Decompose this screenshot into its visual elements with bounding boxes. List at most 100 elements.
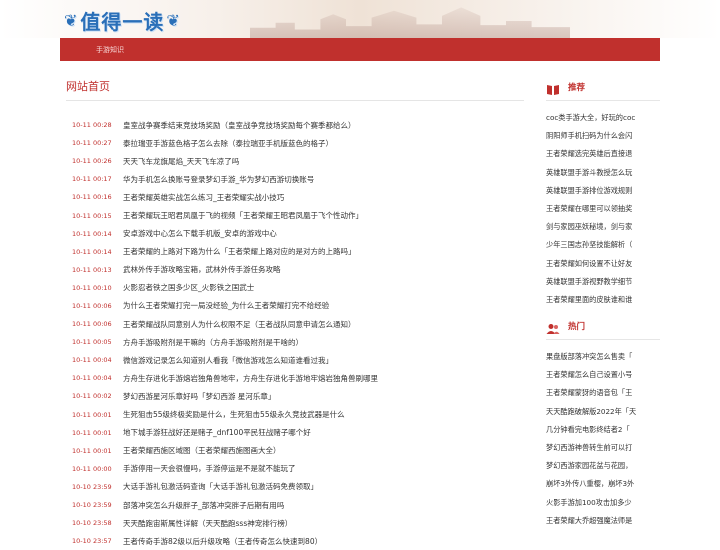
recommend-item-link[interactable]: coc类手游大全，好玩的coc [546,109,660,127]
article-date: 10-10 23:59 [72,482,112,491]
article-row[interactable]: 10-11 00:15 王者荣耀玩王昭君凤凰于飞的视频「王者荣耀王昭君凤凰于飞个性… [72,206,524,224]
article-date: 10-11 00:01 [72,446,112,455]
article-row[interactable]: 10-11 00:04 方舟生存进化手游熔岩独角兽地牢，方舟生存进化手游地牢熔岩独… [72,369,524,387]
article-title-link[interactable]: 手游停用一天会很慢吗，手游停运是不是就不能玩了 [123,463,296,474]
article-date: 10-11 00:16 [72,193,112,202]
article-date: 10-11 00:17 [72,175,112,184]
article-title-link[interactable]: 地下城手游狂战好还是赌子_dnf100平民狂战赌子哪个好 [123,427,311,438]
article-title-link[interactable]: 天天酷跑宙斯属性详解（天天酷跑sss神宠排行榜） [123,518,292,529]
sidebar-recommend-title: 推荐 [568,83,586,93]
article-row[interactable]: 10-11 00:16 王者荣耀英雄实战怎么练习_王者荣耀实战小技巧 [72,188,524,206]
book-icon [546,81,560,95]
article-date: 10-10 23:58 [72,519,112,528]
article-date: 10-11 00:05 [72,338,112,347]
article-title-link[interactable]: 方舟生存进化手游熔岩独角兽地牢，方舟生存进化手游地牢熔岩独角兽刷哪里 [123,373,378,384]
article-row[interactable]: 10-11 00:05 方舟手游吸附剂是干嘛的（方舟手游吸附剂是干啥的） [72,333,524,351]
article-row[interactable]: 10-11 00:10 火影忍者铁之国多少区_火影铁之国武士 [72,279,524,297]
hot-item-link[interactable]: 梦幻西游神兽转生前可以打 [546,439,660,457]
hot-item-link[interactable]: 王者荣耀大乔超强魔法师是 [546,512,660,530]
article-row[interactable]: 10-10 23:59 大话手游礼包激活码查询「大话手游礼包激活码免费领取」 [72,478,524,496]
recommend-item-link[interactable]: 英雄联盟手游斗教授怎么玩 [546,164,660,182]
recommend-item-link[interactable]: 王者荣耀选完英雄后直接退 [546,145,660,163]
article-row[interactable]: 10-11 00:00 手游停用一天会很慢吗，手游停运是不是就不能玩了 [72,460,524,478]
article-title-link[interactable]: 为什么王者荣耀打完一局没经验_为什么王者荣耀打完不给经验 [123,300,329,311]
article-date: 10-11 00:00 [72,464,112,473]
hot-item-link[interactable]: 几分钟看完电影终结者2「 [546,421,660,439]
article-row[interactable]: 10-10 23:58 天天酷跑宙斯属性详解（天天酷跑sss神宠排行榜） [72,514,524,532]
article-date: 10-11 00:01 [72,410,112,419]
article-title-link[interactable]: 王者传奇手游82级以后升级攻略（王者传奇怎么快速到80） [123,536,322,547]
article-row[interactable]: 10-11 00:13 武林外传手游攻略宝箱，武林外传手游任务攻略 [72,261,524,279]
article-title-link[interactable]: 武林外传手游攻略宝箱，武林外传手游任务攻略 [123,264,281,275]
hot-item-link[interactable]: 果盘版部落冲突怎么售卖「 [546,348,660,366]
article-title-link[interactable]: 王者荣耀战队同意别人为什么权限不足（王者战队同意申请怎么通知） [123,319,356,330]
article-title-link[interactable]: 火影忍者铁之国多少区_火影铁之国武士 [123,282,254,293]
article-date: 10-11 00:14 [72,229,112,238]
article-date: 10-10 23:59 [72,501,112,510]
article-row[interactable]: 10-11 00:06 王者荣耀战队同意别人为什么权限不足（王者战队同意申请怎么通… [72,315,524,333]
article-row[interactable]: 10-11 00:27 泰拉瑞亚手游蓝色格子怎么去除（泰拉瑞亚手机版蓝色的格子） [72,134,524,152]
header-skyline-banner [250,7,570,38]
article-row[interactable]: 10-11 00:06 为什么王者荣耀打完一局没经验_为什么王者荣耀打完不给经验 [72,297,524,315]
article-date: 10-11 00:02 [72,392,112,401]
logo-text: 值得一读 [80,9,165,34]
article-date: 10-11 00:27 [72,139,112,148]
sidebar-recommend: 推荐 coc类手游大全，好玩的coc 阴阳师手机扫码为什么会闪 王者荣耀选完英雄后直… [546,74,660,309]
recommend-item-link[interactable]: 王者荣耀里面的皮肤谁和谁 [546,291,660,309]
article-date: 10-11 00:14 [72,247,112,256]
article-row[interactable]: 10-11 00:28 皇室战争赛季结束竞技场奖励（皇室战争竞技场奖励每个赛季都给… [72,116,524,134]
article-title-link[interactable]: 微信游戏记录怎么知道别人看我「微信游戏怎么知道谁看过我」 [123,355,333,366]
recommend-item-link[interactable]: 英雄联盟手游排位游戏规则 [546,182,660,200]
recommend-item-link[interactable]: 剑与家园巫妖秘境，剑与家 [546,218,660,236]
logo-wing-right-icon: ❦ [166,10,181,30]
users-icon [546,320,560,334]
recommend-list: coc类手游大全，好玩的coc 阴阳师手机扫码为什么会闪 王者荣耀选完英雄后直接退英… [546,109,660,309]
article-row[interactable]: 10-11 00:17 华为手机怎么换账号登录梦幻手游_华为梦幻西游切换账号 [72,170,524,188]
article-title-link[interactable]: 王者荣耀西施区域图（王者荣耀西施图画大全） [123,445,281,456]
article-row[interactable]: 10-11 00:02 梦幻西游星河乐章好吗「梦幻西游 星河乐章」 [72,387,524,405]
article-title-link[interactable]: 部落冲突怎么升级胖子_部落冲突胖子后期有用吗 [123,500,284,511]
article-title-link[interactable]: 王者荣耀英雄实战怎么练习_王者荣耀实战小技巧 [123,192,284,203]
article-row[interactable]: 10-10 23:57 王者传奇手游82级以后升级攻略（王者传奇怎么快速到80） [72,532,524,550]
article-title-link[interactable]: 安卓游戏中心怎么下载手机版_安卓的游戏中心 [123,228,277,239]
article-date: 10-11 00:06 [72,320,112,329]
article-row[interactable]: 10-11 00:01 地下城手游狂战好还是赌子_dnf100平民狂战赌子哪个好 [72,424,524,442]
article-date: 10-11 00:28 [72,121,112,130]
article-date: 10-11 00:04 [72,374,112,383]
article-title-link[interactable]: 大话手游礼包激活码查询「大话手游礼包激活码免费领取」 [123,481,318,492]
article-row[interactable]: 10-10 23:59 部落冲突怎么升级胖子_部落冲突胖子后期有用吗 [72,496,524,514]
page-title: 网站首页 [66,78,524,101]
recommend-item-link[interactable]: 阴阳师手机扫码为什么会闪 [546,127,660,145]
article-title-link[interactable]: 王者荣耀玩王昭君凤凰于飞的视频「王者荣耀王昭君凤凰于飞个性动作」 [123,210,363,221]
recommend-item-link[interactable]: 王者荣耀如何设置不让好友 [546,255,660,273]
recommend-item-link[interactable]: 英雄联盟手游视野教学细节 [546,273,660,291]
article-title-link[interactable]: 梦幻西游星河乐章好吗「梦幻西游 星河乐章」 [123,391,275,402]
hot-item-link[interactable]: 梦幻西游家园花盆与花园， [546,457,660,475]
article-row[interactable]: 10-11 00:01 生死狙击55级终极奖励是什么，生死狙击55级永久竞技武器是… [72,406,524,424]
article-row[interactable]: 10-11 00:01 王者荣耀西施区域图（王者荣耀西施图画大全） [72,442,524,460]
article-date: 10-11 00:15 [72,211,112,220]
article-title-link[interactable]: 生死狙击55级终极奖励是什么，生死狙击55级永久竞技武器是什么 [123,409,345,420]
article-title-link[interactable]: 皇室战争赛季结束竞技场奖励（皇室战争竞技场奖励每个赛季都给么） [123,120,356,131]
article-row[interactable]: 10-11 00:26 天天飞车龙旗尾焰_天天飞车凉了吗 [72,152,524,170]
article-row[interactable]: 10-11 00:04 微信游戏记录怎么知道别人看我「微信游戏怎么知道谁看过我」 [72,351,524,369]
hot-item-link[interactable]: 王者荣耀蒙犽的语音包「王 [546,384,660,402]
sidebar-hot-title: 热门 [568,322,586,332]
recommend-item-link[interactable]: 王者荣耀在哪里可以领抽奖 [546,200,660,218]
hot-item-link[interactable]: 天天酷跑破解版2022年「天 [546,403,660,421]
site-logo[interactable]: ❦ 值得一读 ❦ [62,6,183,34]
article-title-link[interactable]: 方舟手游吸附剂是干嘛的（方舟手游吸附剂是干啥的） [123,337,303,348]
sidebar-recommend-header: 推荐 [546,74,660,101]
nav-item-mobile-game-knowledge[interactable]: 手游知识 [96,45,124,55]
article-title-link[interactable]: 天天飞车龙旗尾焰_天天飞车凉了吗 [123,156,239,167]
main-navbar: 手游知识 [60,38,660,61]
article-title-link[interactable]: 王者荣耀的上路对下路为什么「王者荣耀上路对应的是对方的上路吗」 [123,246,356,257]
article-row[interactable]: 10-11 00:14 王者荣耀的上路对下路为什么「王者荣耀上路对应的是对方的上路… [72,243,524,261]
article-row[interactable]: 10-11 00:14 安卓游戏中心怎么下载手机版_安卓的游戏中心 [72,225,524,243]
hot-item-link[interactable]: 火影手游加100攻击加多少 [546,494,660,512]
recommend-item-link[interactable]: 少年三国志孙坚技能解析（ [546,236,660,254]
hot-item-link[interactable]: 王者荣耀怎么自己设置小号 [546,366,660,384]
hot-item-link[interactable]: 崩坏3外传八重樱，崩坏3外 [546,475,660,493]
article-title-link[interactable]: 华为手机怎么换账号登录梦幻手游_华为梦幻西游切换账号 [123,174,314,185]
article-title-link[interactable]: 泰拉瑞亚手游蓝色格子怎么去除（泰拉瑞亚手机版蓝色的格子） [123,138,333,149]
